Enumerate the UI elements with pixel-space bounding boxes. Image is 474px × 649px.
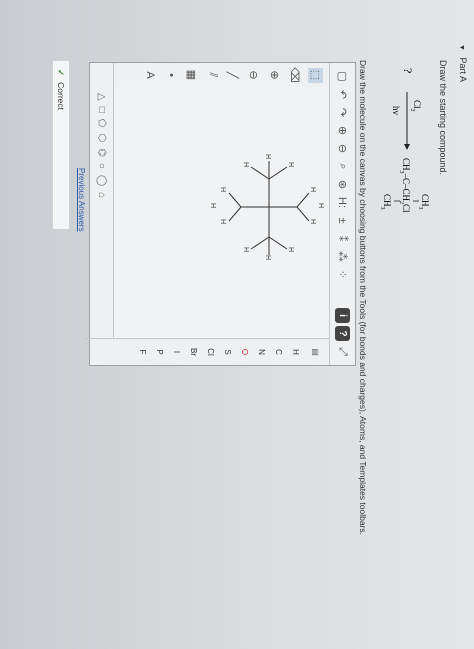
h-atom[interactable]: H bbox=[264, 154, 271, 159]
zoom-out-icon[interactable]: ⊖ bbox=[335, 141, 350, 156]
chair-template-icon[interactable]: ⌂ bbox=[96, 192, 107, 198]
octagon-template-icon[interactable]: ◯ bbox=[96, 175, 107, 186]
atom-cl-button[interactable]: Cl bbox=[206, 348, 215, 356]
h-atom[interactable]: H bbox=[242, 247, 249, 252]
atom-s-button[interactable]: S bbox=[223, 349, 232, 354]
pentagon-template-icon[interactable]: ⬠ bbox=[96, 119, 107, 128]
atom-o-button[interactable]: O bbox=[240, 349, 249, 355]
status-correct: ✓ Correct bbox=[52, 60, 70, 230]
zoom-fit-icon[interactable]: ⌕ bbox=[335, 159, 350, 174]
h-atom[interactable]: H bbox=[264, 255, 271, 260]
h-atom[interactable]: H bbox=[219, 187, 226, 192]
h-atom[interactable]: H bbox=[317, 203, 324, 208]
part-a-label: Part A bbox=[458, 57, 468, 82]
positive-charge-icon[interactable]: ⊕ bbox=[267, 68, 282, 83]
periodic-table-icon[interactable]: ▦ bbox=[184, 68, 199, 83]
clean-icon[interactable]: ⊛ bbox=[335, 177, 350, 192]
heptagon-template-icon[interactable]: ○ bbox=[96, 163, 107, 169]
arrow-head-icon bbox=[404, 144, 410, 150]
previous-answers-link[interactable]: Previous Answers bbox=[77, 168, 86, 232]
select-tool-icon[interactable]: ⬚ bbox=[308, 67, 323, 83]
redo-icon[interactable]: ↷ bbox=[335, 105, 350, 120]
check-icon: ✓ bbox=[56, 69, 67, 77]
product-main: CH3–C–CH2Cl bbox=[398, 158, 411, 213]
atom-label-icon[interactable]: A bbox=[143, 68, 158, 83]
h-atom[interactable]: H bbox=[309, 219, 316, 224]
zoom-in-icon[interactable]: ⊕ bbox=[335, 123, 350, 138]
product-bottom: CH3 bbox=[379, 194, 392, 210]
atom-h-button[interactable]: H bbox=[291, 349, 300, 355]
single-bond-icon[interactable]: ╱ bbox=[226, 68, 241, 83]
atom-i-button[interactable]: I bbox=[172, 351, 181, 353]
hexagon-template-icon[interactable]: ⬡ bbox=[96, 133, 107, 142]
label-icon[interactable]: ⁘ bbox=[335, 267, 350, 282]
atom-list-icon[interactable]: ▤ bbox=[308, 345, 323, 360]
atom-n-button[interactable]: N bbox=[257, 349, 266, 355]
question-instruction: Draw the starting compound. bbox=[438, 60, 448, 176]
double-bond-icon[interactable]: ⫽ bbox=[205, 68, 220, 83]
reactant-placeholder: ? bbox=[401, 68, 415, 73]
new-document-icon[interactable]: ▢ bbox=[335, 69, 350, 84]
h-atom[interactable]: H bbox=[287, 247, 294, 252]
left-toolbar: ⬚ ⌫ ⊕ ⊖ ╱ ⫽ ▦ • A bbox=[143, 63, 329, 88]
negative-charge-icon[interactable]: ⊖ bbox=[246, 68, 261, 83]
editor-instruction: Draw the molecule on the canvas by choos… bbox=[358, 60, 368, 536]
benzene-template-icon[interactable]: ⌬ bbox=[96, 148, 107, 157]
info-icon[interactable]: i bbox=[335, 308, 350, 323]
fullscreen-icon[interactable]: ⤢ bbox=[335, 344, 350, 359]
h-atom[interactable]: H bbox=[309, 187, 316, 192]
reagent-bottom: hv bbox=[391, 106, 401, 116]
drawn-molecule: H H H H H H H H H H H H bbox=[209, 154, 324, 260]
charge-button[interactable]: ± bbox=[335, 213, 350, 228]
atom-p-button[interactable]: P bbox=[155, 349, 164, 354]
top-toolbar: ▢ ↶ ↷ ⊕ ⊖ ⌕ ⊛ H: ± ⁑ ⁂ ⁘ i ? ⤢ bbox=[329, 63, 355, 365]
radical-icon[interactable]: • bbox=[164, 68, 179, 83]
erase-tool-icon[interactable]: ⌫ bbox=[288, 67, 303, 83]
atom-c-button[interactable]: C bbox=[274, 349, 283, 355]
undo-icon[interactable]: ↶ bbox=[335, 87, 350, 102]
molecule-editor: ▢ ↶ ↷ ⊕ ⊖ ⌕ ⊛ H: ± ⁑ ⁂ ⁘ i ? ⤢ ⬚ ⌫ ⊕ ⊖ ╱… bbox=[84, 62, 356, 366]
product-top: CH3 bbox=[417, 194, 430, 210]
explicit-h-button[interactable]: H: bbox=[335, 195, 350, 210]
reagent-top: Cl2 bbox=[409, 100, 422, 112]
triangle-template-icon[interactable]: △ bbox=[96, 93, 107, 101]
help-icon[interactable]: ? bbox=[335, 326, 350, 341]
rotated-page: ▼ Part A Draw the starting compound. ? C… bbox=[0, 0, 474, 649]
square-template-icon[interactable]: □ bbox=[96, 107, 107, 113]
abs-stereo-icon[interactable]: ⁂ bbox=[335, 249, 350, 264]
h-atom[interactable]: H bbox=[287, 162, 294, 167]
collapse-caret-icon[interactable]: ▼ bbox=[458, 44, 465, 51]
status-text: Correct bbox=[56, 82, 66, 110]
stereo-icon[interactable]: ⁑ bbox=[335, 231, 350, 246]
atom-br-button[interactable]: Br bbox=[189, 348, 198, 356]
h-atom[interactable]: H bbox=[242, 162, 249, 167]
templates-toolbar: △ □ ⬠ ⬡ ⌬ ○ ◯ ⌂ bbox=[90, 63, 114, 339]
atom-f-button[interactable]: F bbox=[138, 350, 147, 355]
atoms-toolbar: ▤ H C N O S Cl Br I P F bbox=[84, 338, 329, 365]
part-a-header[interactable]: ▼ Part A bbox=[458, 44, 468, 82]
drawing-canvas[interactable]: H H H H H H H H H H H H bbox=[114, 87, 329, 339]
reaction-scheme: ? Cl2 hv CH3 CH3–C–CH2Cl CH3 bbox=[379, 68, 430, 213]
h-atom[interactable]: H bbox=[209, 203, 216, 208]
h-atom[interactable]: H bbox=[219, 219, 226, 224]
